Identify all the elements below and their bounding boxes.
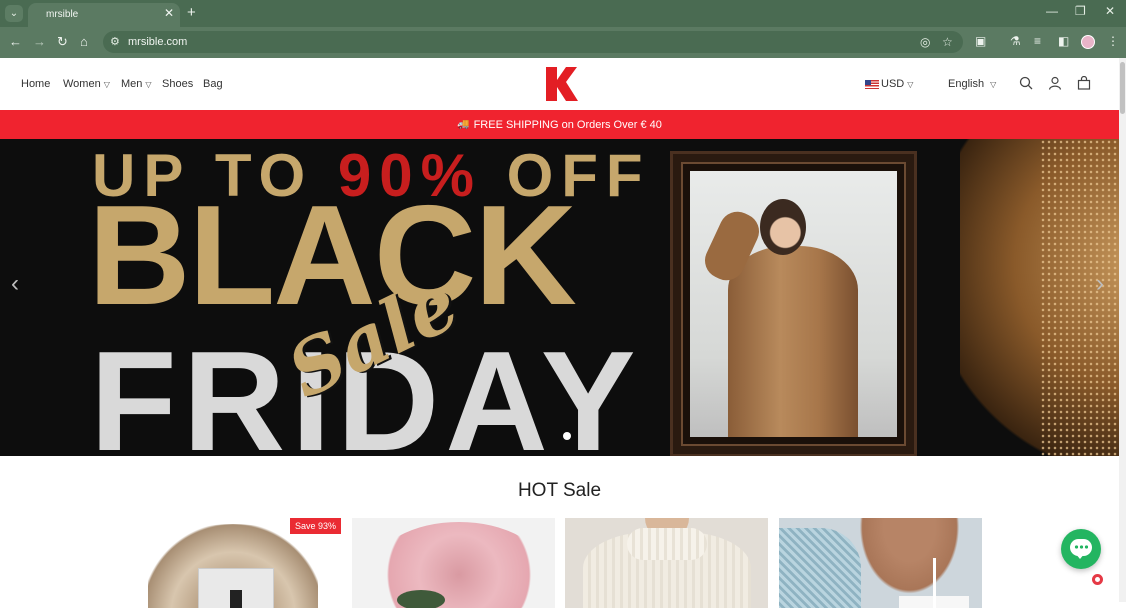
product-image — [849, 518, 959, 608]
language-selector[interactable]: English ▽ — [948, 78, 996, 90]
chevron-down-icon: ▽ — [103, 80, 110, 89]
url-text[interactable]: mrsible.com — [128, 36, 187, 48]
tab-search-icon[interactable]: ⌄ — [5, 5, 23, 22]
truck-icon: 🚚 — [457, 119, 470, 130]
reload-icon[interactable]: ↻ — [57, 34, 68, 50]
forward-icon[interactable]: → — [33, 34, 46, 50]
scrollbar-thumb[interactable] — [1120, 62, 1125, 114]
eye-off-icon[interactable]: ◎ — [920, 35, 930, 49]
site-logo[interactable] — [543, 65, 579, 103]
media-icon[interactable]: ≡ — [1034, 34, 1041, 48]
free-shipping-text: FREE SHIPPING on Orders Over € 40 — [473, 118, 662, 131]
nav-home[interactable]: Home — [21, 78, 50, 90]
star-icon[interactable]: ☆ — [942, 35, 953, 49]
notification-icon[interactable] — [1090, 572, 1105, 587]
restore-icon[interactable]: ❐ — [1075, 4, 1086, 18]
product-card[interactable] — [779, 518, 982, 608]
product-card[interactable]: Save 93% — [138, 518, 341, 608]
us-flag-icon — [865, 79, 879, 89]
home-icon[interactable]: ⌂ — [80, 34, 88, 50]
back-icon[interactable]: ← — [9, 34, 22, 50]
address-bar[interactable]: ⚙ mrsible.com ◎ ☆ — [103, 31, 963, 53]
account-icon[interactable] — [1048, 76, 1062, 90]
page-scrollbar[interactable] — [1119, 58, 1126, 602]
chat-tail — [1075, 553, 1085, 559]
nav-men[interactable]: Men ▽ — [121, 78, 152, 90]
labs-icon[interactable]: ⚗ — [1010, 34, 1021, 48]
chevron-down-icon: ▽ — [990, 80, 997, 89]
hero-carousel[interactable]: UP TO 90% OFF BLACK FRIDAY Sale ‹ › — [0, 139, 1119, 456]
strap-detail — [933, 558, 936, 608]
currency-selector[interactable]: USD ▽ — [865, 78, 913, 90]
tab-title: mrsible — [46, 9, 79, 20]
tab-close-icon[interactable]: ✕ — [164, 6, 174, 20]
chevron-down-icon: ▽ — [145, 80, 152, 89]
hero-black-word: BLACK — [88, 176, 577, 335]
chevron-down-icon: ▽ — [907, 79, 914, 89]
minimize-icon[interactable]: — — [1046, 4, 1058, 18]
nav-men-label: Men — [121, 78, 143, 90]
browser-tab[interactable]: mrsible ✕ — [28, 3, 180, 27]
product-card[interactable] — [352, 518, 555, 608]
browser-tab-strip: ⌄ mrsible ✕ + — ❐ ✕ — [0, 0, 1126, 27]
new-tab-button[interactable]: + — [187, 4, 196, 21]
site-info-icon[interactable]: ⚙ — [110, 35, 120, 48]
profile-avatar[interactable] — [1081, 35, 1095, 49]
product-card[interactable] — [565, 518, 768, 608]
extensions-icon[interactable]: ▣ — [975, 34, 986, 48]
model-photo — [690, 171, 897, 437]
nav-bag[interactable]: Bag — [203, 78, 223, 90]
frame-inner — [681, 162, 906, 446]
discount-badge: Save 93% — [289, 518, 341, 534]
jacket-zip — [230, 590, 242, 608]
carousel-prev-icon[interactable]: ‹ — [11, 270, 19, 298]
model-head — [760, 199, 806, 255]
close-window-icon[interactable]: ✕ — [1105, 4, 1115, 18]
carousel-dot[interactable] — [563, 432, 571, 440]
sidebar-icon[interactable]: ◧ — [1058, 34, 1069, 48]
currency-label: USD — [881, 78, 905, 90]
trench-coat — [728, 246, 858, 437]
search-icon[interactable] — [1019, 76, 1033, 90]
free-shipping-banner: 🚚 FREE SHIPPING on Orders Over € 40 — [0, 110, 1119, 139]
carousel-next-icon[interactable]: › — [1096, 270, 1104, 298]
model-photo-frame — [670, 151, 917, 456]
dot-pattern-decoration — [1040, 139, 1119, 456]
nav-women-label: Women — [63, 78, 101, 90]
knit-cardigan — [779, 528, 861, 608]
site-header: Home Women ▽ Men ▽ Shoes Bag USD ▽ English… — [0, 58, 1119, 110]
chat-dots — [1074, 545, 1088, 549]
product-detail — [397, 590, 445, 608]
browser-toolbar: ← → ↻ ⌂ ⚙ mrsible.com ◎ ☆ ▣ ⚗ ≡ ◧ ⋮ — [0, 27, 1126, 58]
nav-shoes[interactable]: Shoes — [162, 78, 193, 90]
cart-icon[interactable] — [1077, 76, 1091, 90]
menu-icon[interactable]: ⋮ — [1107, 34, 1119, 48]
sweater-collar — [627, 528, 707, 560]
chat-button[interactable] — [1061, 529, 1101, 569]
language-label: English — [948, 78, 985, 90]
nav-women[interactable]: Women ▽ — [63, 78, 110, 90]
hot-sale-title: HOT Sale — [517, 480, 602, 501]
